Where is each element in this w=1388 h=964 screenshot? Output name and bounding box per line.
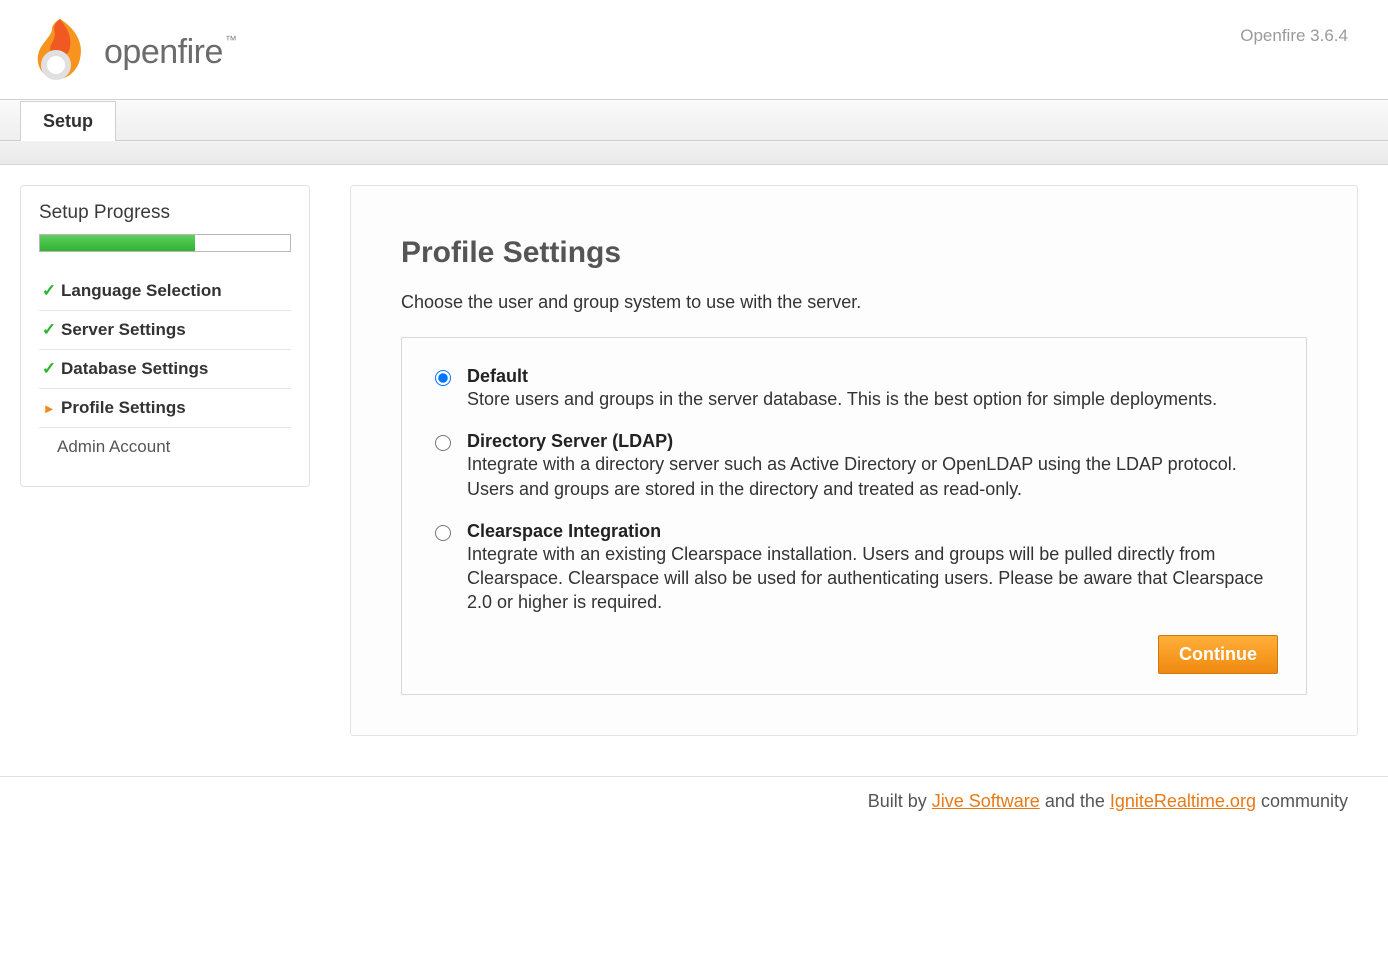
- option-default-title: Default: [467, 366, 1217, 387]
- step-list: ✓Language Selection✓Server Settings✓Data…: [39, 272, 291, 466]
- step-label: Database Settings: [61, 359, 208, 379]
- flame-icon: [30, 15, 90, 89]
- footer: Built by Jive Software and the IgniteRea…: [0, 776, 1388, 842]
- option-default-radio[interactable]: [435, 370, 451, 386]
- header: openfire™ Openfire 3.6.4: [0, 0, 1388, 99]
- content-card: Profile Settings Choose the user and gro…: [350, 185, 1358, 736]
- footer-prefix: Built by: [868, 791, 932, 811]
- continue-button[interactable]: Continue: [1158, 635, 1278, 674]
- option-clearspace-desc: Integrate with an existing Clearspace in…: [467, 542, 1278, 615]
- check-icon: ✓: [41, 320, 57, 340]
- sub-tab-bar: [0, 141, 1388, 165]
- footer-link-ignite[interactable]: IgniteRealtime.org: [1110, 791, 1256, 811]
- sidebar-step-server-settings[interactable]: ✓Server Settings: [39, 311, 291, 350]
- option-default-desc: Store users and groups in the server dat…: [467, 387, 1217, 411]
- step-label: Server Settings: [61, 320, 186, 340]
- option-clearspace-title: Clearspace Integration: [467, 521, 1278, 542]
- sidebar: Setup Progress ✓Language Selection✓Serve…: [20, 185, 310, 487]
- sidebar-step-admin-account[interactable]: Admin Account: [39, 428, 291, 466]
- option-default: DefaultStore users and groups in the ser…: [430, 366, 1278, 411]
- check-icon: ✓: [41, 359, 57, 379]
- footer-link-jive[interactable]: Jive Software: [932, 791, 1040, 811]
- page-intro: Choose the user and group system to use …: [401, 292, 1307, 313]
- check-icon: ✓: [41, 281, 57, 301]
- step-label: Admin Account: [57, 437, 170, 457]
- sidebar-title: Setup Progress: [39, 202, 291, 224]
- option-ldap-radio[interactable]: [435, 435, 451, 451]
- option-ldap: Directory Server (LDAP)Integrate with a …: [430, 431, 1278, 501]
- footer-middle: and the: [1045, 791, 1110, 811]
- option-ldap-desc: Integrate with a directory server such a…: [467, 452, 1278, 501]
- product-name: openfire™: [104, 33, 236, 72]
- options-box: DefaultStore users and groups in the ser…: [401, 337, 1307, 695]
- progress-fill: [40, 235, 195, 251]
- tab-setup[interactable]: Setup: [20, 101, 116, 141]
- progress-bar: [39, 234, 291, 252]
- option-clearspace: Clearspace IntegrationIntegrate with an …: [430, 521, 1278, 615]
- tab-bar: Setup: [0, 99, 1388, 141]
- sidebar-step-language-selection[interactable]: ✓Language Selection: [39, 272, 291, 311]
- page-title: Profile Settings: [401, 236, 1307, 270]
- version-label: Openfire 3.6.4: [1240, 26, 1348, 46]
- step-label: Profile Settings: [61, 398, 186, 418]
- option-ldap-title: Directory Server (LDAP): [467, 431, 1278, 452]
- logo: openfire™: [30, 15, 1358, 89]
- current-step-icon: ▸: [41, 400, 57, 417]
- option-clearspace-radio[interactable]: [435, 525, 451, 541]
- footer-suffix: community: [1261, 791, 1348, 811]
- sidebar-step-database-settings[interactable]: ✓Database Settings: [39, 350, 291, 389]
- sidebar-step-profile-settings[interactable]: ▸Profile Settings: [39, 389, 291, 428]
- step-label: Language Selection: [61, 281, 222, 301]
